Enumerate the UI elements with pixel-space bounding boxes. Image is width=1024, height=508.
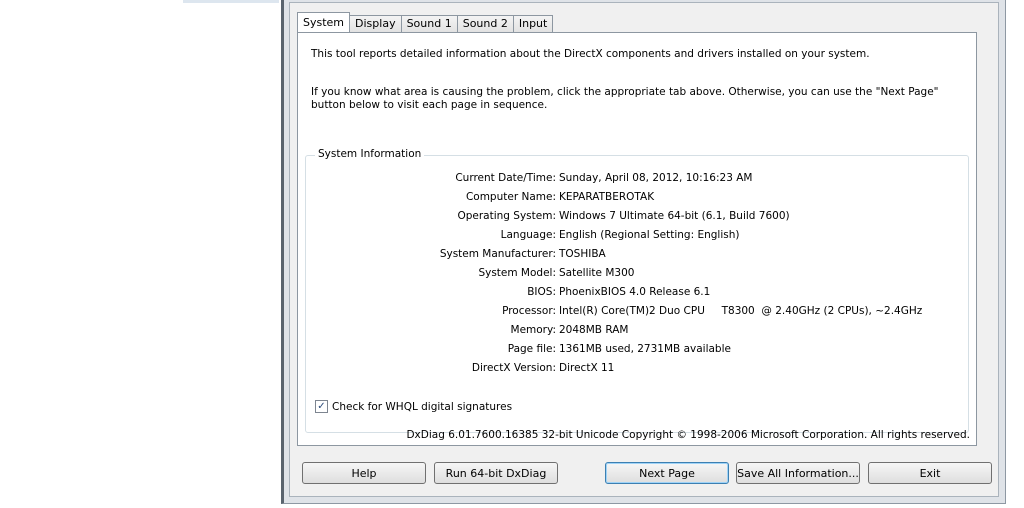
info-value: Sunday, April 08, 2012, 10:16:23 AM (559, 172, 753, 184)
info-value: Satellite M300 (559, 267, 635, 279)
tab-system[interactable]: System (297, 12, 351, 32)
info-row-page-file: Page file: 1361MB used, 2731MB available (306, 343, 966, 357)
info-label: Current Date/Time: (455, 172, 556, 184)
info-row-date-time: Current Date/Time: Sunday, April 08, 201… (306, 172, 966, 186)
info-row-bios: BIOS: PhoenixBIOS 4.0 Release 6.1 (306, 286, 966, 300)
system-information-group: System Information Current Date/Time: Su… (305, 148, 969, 433)
next-page-button[interactable]: Next Page (605, 462, 729, 484)
info-label: Language: (500, 229, 556, 241)
info-label: Computer Name: (465, 191, 556, 203)
copyright-text: DxDiag 6.01.7600.16385 32-bit Unicode Co… (406, 429, 970, 441)
info-row-language: Language: English (Regional Setting: Eng… (306, 229, 966, 243)
info-row-manufacturer: System Manufacturer: TOSHIBA (306, 248, 966, 262)
info-row-memory: Memory: 2048MB RAM (306, 324, 966, 338)
checkbox-check-icon[interactable]: ✓ (315, 400, 328, 413)
info-label: System Manufacturer: (439, 248, 556, 260)
info-value: Intel(R) Core(TM)2 Duo CPU T8300 @ 2.40G… (559, 305, 923, 317)
tab-strip: System Display Sound 1 Sound 2 Input (297, 12, 554, 32)
background-strip (183, 0, 279, 3)
tab-sound-1[interactable]: Sound 1 (400, 15, 458, 32)
whql-checkbox-label: Check for WHQL digital signatures (332, 400, 513, 413)
info-value: KEPARATBEROTAK (559, 191, 655, 203)
tab-display[interactable]: Display (349, 15, 402, 32)
info-label: BIOS: (527, 286, 556, 298)
tab-input[interactable]: Input (512, 15, 554, 32)
help-button[interactable]: Help (302, 462, 426, 484)
info-value: 1361MB used, 2731MB available (559, 343, 731, 355)
group-title: System Information (315, 148, 425, 160)
intro-text: This tool reports detailed information a… (311, 48, 870, 60)
info-label: DirectX Version: (471, 362, 556, 374)
whql-checkbox[interactable]: ✓ Check for WHQL digital signatures (315, 400, 512, 413)
save-all-information-button[interactable]: Save All Information... (736, 462, 860, 484)
info-value: DirectX 11 (559, 362, 615, 374)
system-tab-panel: This tool reports detailed information a… (297, 32, 977, 446)
info-row-directx-version: DirectX Version: DirectX 11 (306, 362, 966, 376)
run-64-bit-dxdiag-button[interactable]: Run 64-bit DxDiag (434, 462, 558, 484)
info-row-processor: Processor: Intel(R) Core(TM)2 Duo CPU T8… (306, 305, 966, 319)
info-label: Memory: (510, 324, 556, 336)
intro-text-hint: If you know what area is causing the pro… (311, 86, 939, 111)
info-label: System Model: (478, 267, 556, 279)
info-row-computer-name: Computer Name: KEPARATBEROTAK (306, 191, 966, 205)
exit-button[interactable]: Exit (868, 462, 992, 484)
info-value: Windows 7 Ultimate 64-bit (6.1, Build 76… (559, 210, 790, 222)
info-value: PhoenixBIOS 4.0 Release 6.1 (559, 286, 711, 298)
dxdiag-window: System Display Sound 1 Sound 2 Input Thi… (281, 0, 1006, 504)
tab-sound-2[interactable]: Sound 2 (456, 15, 514, 32)
info-label: Processor: (502, 305, 556, 317)
info-value: TOSHIBA (559, 248, 606, 260)
info-value: 2048MB RAM (559, 324, 629, 336)
info-label: Operating System: (457, 210, 556, 222)
info-row-system-model: System Model: Satellite M300 (306, 267, 966, 281)
info-label: Page file: (507, 343, 556, 355)
info-value: English (Regional Setting: English) (559, 229, 740, 241)
info-row-operating-system: Operating System: Windows 7 Ultimate 64-… (306, 210, 966, 224)
